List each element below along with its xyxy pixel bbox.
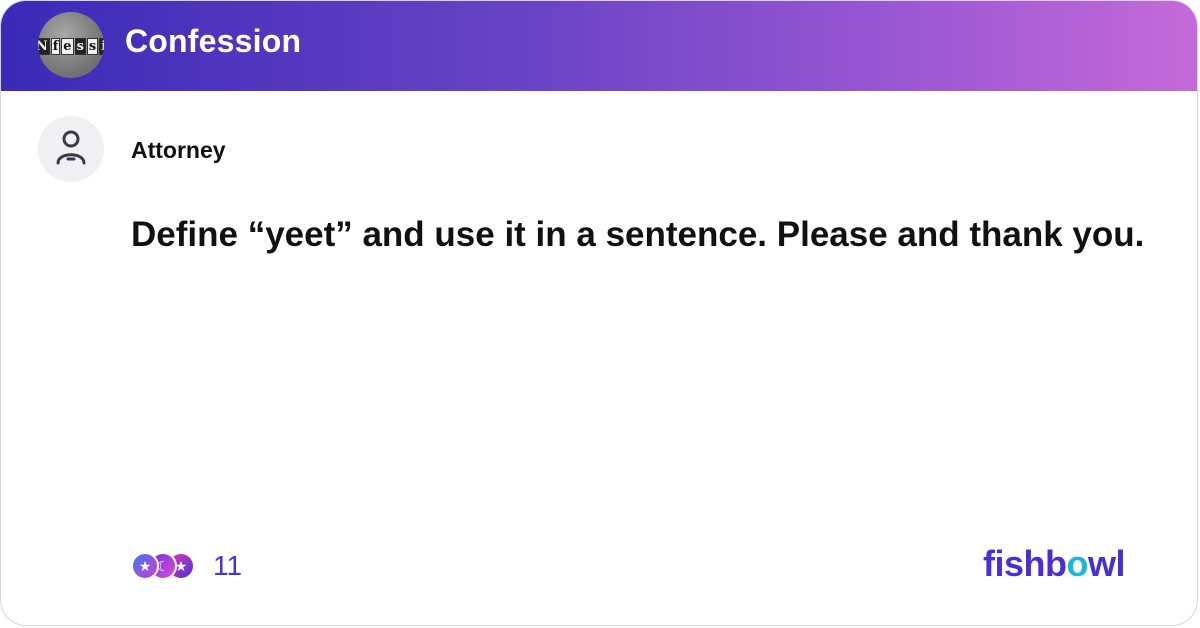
post-text: Define “yeet” and use it in a sentence. … (131, 215, 1145, 254)
author-name[interactable]: Attorney (131, 137, 226, 164)
group-avatar[interactable]: N f e s s i (38, 12, 104, 78)
confession-card: N f e s s i Confession Attorney Define “… (0, 0, 1198, 626)
logo-text-end: wl (1087, 543, 1126, 584)
group-title[interactable]: Confession (125, 23, 301, 60)
avatar-letter: i (99, 37, 104, 55)
avatar-letter: s (74, 37, 86, 55)
reaction-icons: ★ ☾ ★ (131, 549, 197, 583)
logo-text-start: fishb (982, 543, 1067, 584)
avatar-letter: s (86, 37, 99, 55)
avatar-letters: N f e s s i (38, 36, 104, 56)
reaction-count: 11 (213, 550, 243, 581)
author-avatar[interactable] (38, 116, 104, 182)
fishbowl-logo[interactable]: fishbowl (982, 543, 1126, 585)
avatar-letter: N (38, 37, 50, 55)
star-reaction-icon: ★ (131, 552, 159, 580)
logo-text-o: o (1066, 543, 1088, 584)
user-icon (56, 130, 86, 165)
avatar-letter: f (50, 37, 61, 55)
avatar-letter: e (61, 37, 74, 55)
card-header: N f e s s i Confession (1, 1, 1197, 91)
reactions-summary[interactable]: ★ ☾ ★ 11 (131, 549, 242, 583)
